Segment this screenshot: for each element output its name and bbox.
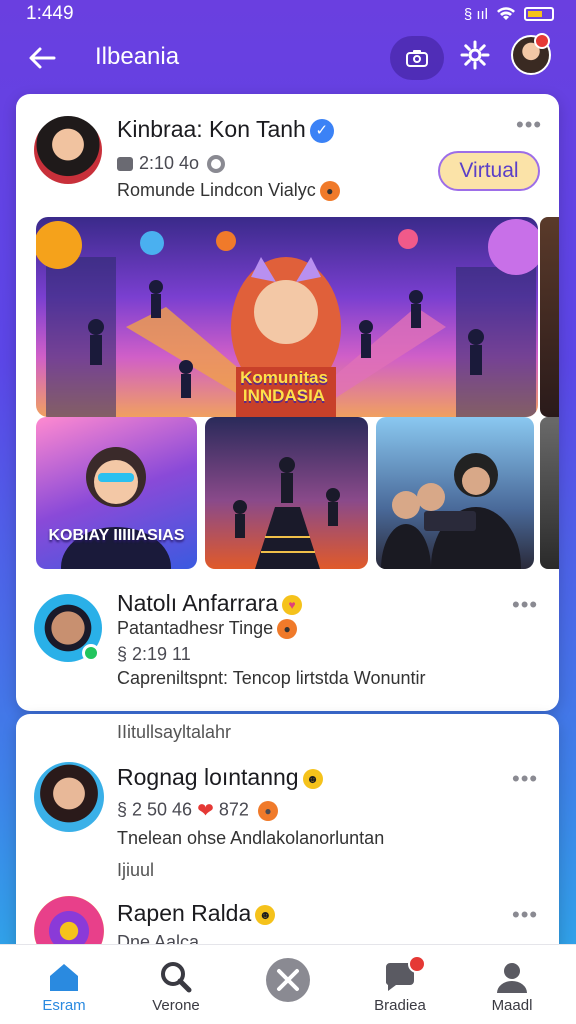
virtual-button[interactable]: Virtual xyxy=(438,151,540,191)
more-options-icon[interactable]: ••• xyxy=(512,902,538,928)
search-icon xyxy=(161,962,192,993)
status-bar: 1:449 § ııl xyxy=(0,0,576,28)
post-meta: 2:10 4o xyxy=(117,153,226,174)
status-icons: § ııl xyxy=(464,6,554,23)
app-bar: Ilbeania xyxy=(0,30,576,86)
dance-floor-illustration xyxy=(233,457,340,569)
verified-icon: ✓ xyxy=(309,118,334,143)
portrait-illustration xyxy=(61,447,171,569)
emoji-icon: ♥ xyxy=(282,594,303,615)
more-options-icon[interactable]: ••• xyxy=(516,112,542,138)
nav-create[interactable] xyxy=(238,945,338,1024)
post-caption: Tnelean ohse Andlakolanorluntan xyxy=(117,828,385,848)
camera-button[interactable] xyxy=(390,36,444,80)
post-subtitle: Patantadhesr Tinge ● xyxy=(117,618,298,640)
camera-icon xyxy=(406,50,428,67)
nav-profile[interactable]: Maadl xyxy=(462,945,562,1024)
gallery-thumb[interactable]: KOBIAY IIIIIASIAS xyxy=(36,417,197,569)
heart-icon: ❤ xyxy=(197,800,214,822)
emoji-icon: ☻ xyxy=(255,904,276,925)
post-subtitle: Romunde Lindcon Vialyc ● xyxy=(117,180,340,202)
more-options-icon[interactable]: ••• xyxy=(512,592,538,618)
post-card: Kinbraa: Kon Tanh ✓ ••• 2:10 4o Virtual R… xyxy=(16,94,559,711)
camera-small-icon xyxy=(117,157,133,172)
post-caption-prev: IIitullsayltalahr xyxy=(117,722,232,742)
friends-illustration xyxy=(381,453,521,569)
nav-search[interactable]: Verone xyxy=(126,945,226,1024)
emoji-icon: ● xyxy=(257,800,278,821)
emoji-icon: ● xyxy=(277,619,298,640)
post-author[interactable]: Rognag loıntanng ☻ xyxy=(117,764,323,791)
post-caption: Capreniltspnt: Tencop lirtstda Wonuntir xyxy=(117,668,426,688)
thumb-label: KOBIAY IIIIIASIAS xyxy=(48,527,185,544)
gallery-thumb[interactable] xyxy=(205,417,368,569)
hero-banner: Komunitas INNDASIA xyxy=(240,368,328,405)
status-dot-icon xyxy=(207,155,226,174)
post-meta: § 2:19 11 xyxy=(117,644,191,664)
emoji-icon: ☻ xyxy=(302,768,323,789)
gallery-thumb-next[interactable] xyxy=(540,417,559,569)
nav-messages[interactable]: Bradiea xyxy=(350,945,450,1024)
wifi-icon xyxy=(497,7,515,20)
post-author[interactable]: Kinbraa: Kon Tanh ✓ xyxy=(117,116,334,143)
author-avatar[interactable] xyxy=(34,762,104,832)
create-icon xyxy=(266,958,310,1002)
back-button[interactable] xyxy=(26,42,58,74)
post-author[interactable]: Natolı Anfarrara ♥ xyxy=(117,590,303,617)
post-card: IIitullsayltalahr Rognag loıntanng ☻ ••• … xyxy=(16,714,559,954)
page-title: Ilbeania xyxy=(95,43,180,70)
author-avatar[interactable] xyxy=(34,116,102,184)
nav-label: Esram xyxy=(42,997,86,1014)
hero-image[interactable]: Komunitas INNDASIA xyxy=(36,217,538,417)
gear-icon xyxy=(460,40,490,70)
notification-badge xyxy=(534,33,550,49)
emoji-icon: ● xyxy=(319,181,340,202)
nav-home[interactable]: Esram xyxy=(14,945,114,1024)
back-arrow-icon xyxy=(29,47,56,69)
profile-icon xyxy=(497,963,527,993)
nav-label: Verone xyxy=(152,997,200,1014)
more-options-icon[interactable]: ••• xyxy=(512,766,538,792)
hero-image-next[interactable] xyxy=(540,217,559,417)
status-time: 1:449 xyxy=(26,3,74,24)
battery-icon xyxy=(524,7,554,21)
nav-label: Bradiea xyxy=(374,997,426,1014)
signal-icon: § ııl xyxy=(463,5,488,23)
nav-label: Maadl xyxy=(491,997,533,1014)
post-meta: § 2 50 46 ❤ 872 ● xyxy=(117,798,278,823)
bottom-navigation: Esram Verone Bradiea Maadl xyxy=(0,944,576,1024)
home-icon xyxy=(50,964,78,991)
post-author[interactable]: Rapen Ralda ☻ xyxy=(117,900,276,927)
online-status-icon xyxy=(82,644,100,662)
post-extra: Ijiuul xyxy=(117,860,155,880)
notification-badge xyxy=(408,955,426,973)
gallery-thumb[interactable] xyxy=(376,417,534,569)
settings-button[interactable] xyxy=(458,40,492,74)
